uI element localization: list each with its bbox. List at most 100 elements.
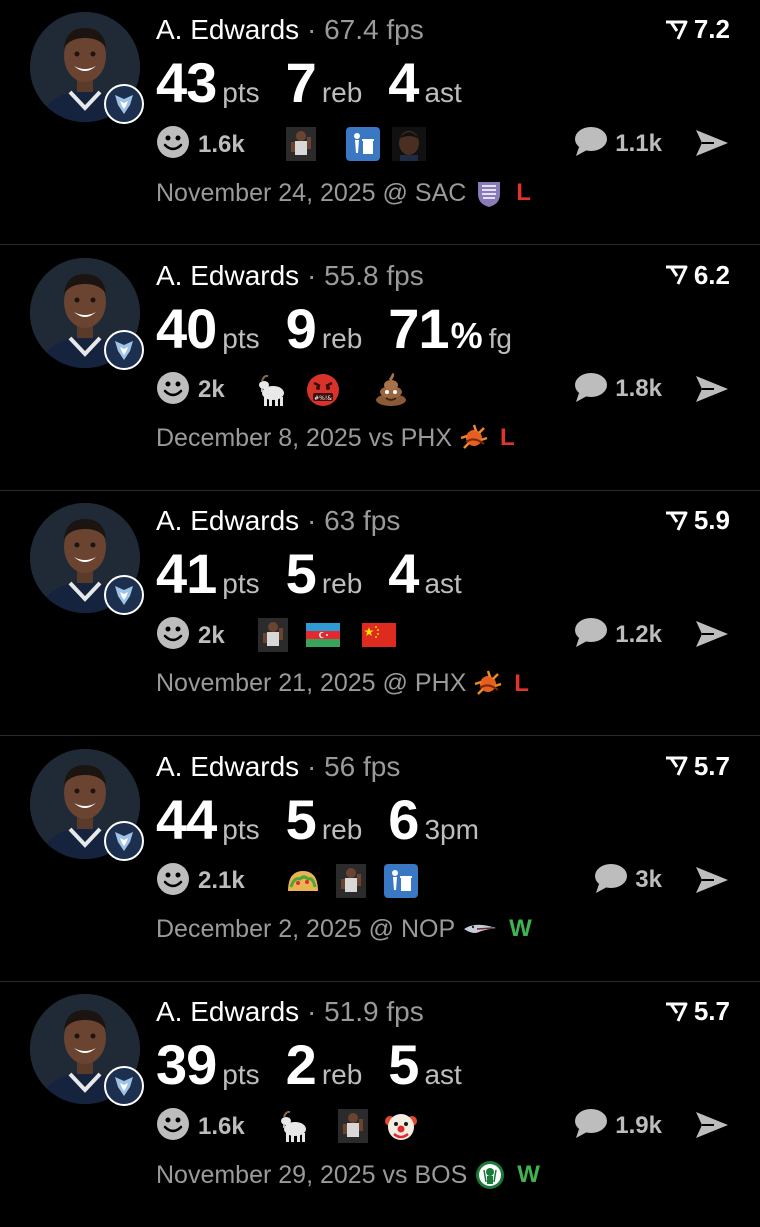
player-face-icon[interactable]	[392, 127, 426, 161]
suns-logo-icon	[474, 670, 502, 698]
reaction-button[interactable]: 1.6k	[156, 125, 245, 164]
opponent[interactable]: PHX	[415, 669, 466, 698]
rating: 5.7	[664, 751, 730, 782]
stat-value: 5	[285, 787, 317, 851]
player-photo-icon[interactable]	[336, 1109, 370, 1143]
stat-item: 44 pts	[156, 787, 260, 852]
comment-button[interactable]: 1.1k	[573, 125, 662, 162]
stat-line: 40 pts 9 reb 71% fg	[156, 296, 538, 361]
share-icon	[694, 1112, 730, 1145]
share-icon	[694, 621, 730, 654]
suns-logo-icon	[460, 424, 488, 452]
fps-value: 51.9 fps	[324, 996, 424, 1027]
comment-button[interactable]: 1.2k	[573, 616, 662, 653]
separator-dot: ·	[299, 259, 325, 291]
reaction-button[interactable]: 2k	[156, 371, 225, 410]
share-button[interactable]	[694, 618, 730, 655]
game-post[interactable]: A. Edwards · 55.8 fps 6.2 40 pts 9 reb 71% fg 2k…	[0, 246, 760, 491]
venue: vs	[368, 423, 394, 452]
player-name[interactable]: A. Edwards	[156, 14, 299, 45]
reaction-count: 1.6k	[198, 1112, 245, 1140]
share-button[interactable]	[694, 1109, 730, 1146]
share-button[interactable]	[694, 373, 730, 410]
rating-icon	[664, 264, 688, 286]
stat-item: 9 reb	[286, 296, 363, 361]
goat-icon[interactable]	[278, 1109, 312, 1143]
separator-dot: ·	[299, 505, 325, 536]
player-name[interactable]: A. Edwards	[156, 260, 299, 291]
stat-value: 44	[156, 787, 217, 851]
stat-item: 5 reb	[286, 787, 363, 852]
game-post[interactable]: A. Edwards · 56 fps 5.7 44 pts 5 reb 6 3pm 2.1k 3…	[0, 737, 760, 982]
opponent[interactable]: NOP	[401, 915, 455, 944]
game-date: December 2, 2025	[156, 914, 362, 943]
game-post[interactable]: A. Edwards · 63 fps 5.9 41 pts 5 reb 4 ast 2k 1.2…	[0, 491, 760, 736]
clown-face-icon[interactable]	[384, 1109, 418, 1143]
reaction-button[interactable]: 1.6k	[156, 1107, 245, 1146]
reaction-button[interactable]: 2.1k	[156, 862, 245, 901]
game-feed: A. Edwards · 67.4 fps 7.2 43 pts 7 reb 4 ast 1.6…	[0, 0, 760, 1200]
china-flag-icon[interactable]	[362, 618, 396, 652]
comment-count: 3k	[635, 866, 662, 893]
stat-item: 5 reb	[286, 541, 363, 606]
comment-icon	[573, 616, 609, 653]
wolves-logo-icon	[104, 84, 144, 124]
player-photo-icon[interactable]	[256, 618, 290, 652]
goat-icon[interactable]	[256, 373, 290, 407]
venue: vs	[382, 1160, 408, 1189]
svg-text:#%!&: #%!&	[314, 395, 332, 402]
smiley-icon	[156, 862, 190, 901]
azerbaijan-flag-icon[interactable]	[306, 618, 340, 652]
game-info: December 2, 2025 @ NOP W	[156, 915, 532, 944]
comment-icon	[573, 125, 609, 162]
stat-line: 43 pts 7 reb 4 ast	[156, 50, 488, 115]
comment-count: 1.2k	[615, 620, 662, 648]
rating-value: 7.2	[693, 14, 730, 44]
comment-button[interactable]: 3k	[593, 862, 662, 899]
game-result: L	[516, 179, 531, 206]
game-result: W	[509, 915, 532, 942]
game-info: November 21, 2025 @ PHX L	[156, 669, 529, 698]
opponent[interactable]: BOS	[415, 1161, 468, 1190]
trash-can-icon[interactable]	[346, 127, 380, 161]
stat-item: 43 pts	[156, 50, 260, 115]
rating-value: 6.2	[693, 259, 730, 290]
game-result: W	[517, 1161, 540, 1188]
player-name[interactable]: A. Edwards	[156, 505, 299, 536]
stat-unit: reb	[321, 322, 363, 354]
fps-value: 63 fps	[324, 505, 401, 536]
player-name[interactable]: A. Edwards	[156, 751, 299, 782]
stat-line: 44 pts 5 reb 6 3pm	[156, 787, 505, 852]
cursing-face-icon[interactable]: #%!&	[306, 373, 340, 407]
player-photo-icon[interactable]	[284, 127, 318, 161]
stat-item: 4 ast	[388, 541, 462, 606]
opponent[interactable]: PHX	[401, 424, 452, 453]
comment-button[interactable]: 1.8k	[573, 371, 662, 408]
stat-item: 6 3pm	[388, 787, 479, 852]
poop-icon[interactable]	[374, 372, 408, 407]
share-button[interactable]	[694, 127, 730, 164]
smiley-icon	[156, 371, 190, 410]
wolves-logo-icon	[104, 329, 144, 370]
kings-logo-icon	[474, 178, 504, 208]
share-button[interactable]	[694, 864, 730, 901]
game-post[interactable]: A. Edwards · 67.4 fps 7.2 43 pts 7 reb 4 ast 1.6…	[0, 0, 760, 245]
player-name[interactable]: A. Edwards	[156, 996, 299, 1027]
share-icon	[694, 130, 730, 163]
game-post[interactable]: A. Edwards · 51.9 fps 5.7 39 pts 2 reb 5 ast 1.6…	[0, 982, 760, 1227]
pelicans-logo-icon	[463, 919, 497, 939]
comment-count: 1.8k	[615, 375, 662, 402]
opponent[interactable]: SAC	[415, 179, 466, 208]
reaction-button[interactable]: 2k	[156, 616, 225, 655]
comment-button[interactable]: 1.9k	[573, 1107, 662, 1144]
stat-line: 41 pts 5 reb 4 ast	[156, 541, 488, 606]
taco-icon[interactable]	[286, 864, 320, 898]
trash-can-icon[interactable]	[384, 863, 418, 898]
comment-count: 1.1k	[615, 129, 662, 157]
action-bar: 2k #%!& 1.8k	[156, 371, 730, 411]
rating: 5.9	[664, 505, 730, 536]
player-photo-icon[interactable]	[334, 863, 368, 898]
stat-value: 41	[156, 542, 217, 605]
action-bar: 1.6k 1.1k	[156, 125, 730, 165]
post-header: A. Edwards · 56 fps	[156, 751, 400, 783]
